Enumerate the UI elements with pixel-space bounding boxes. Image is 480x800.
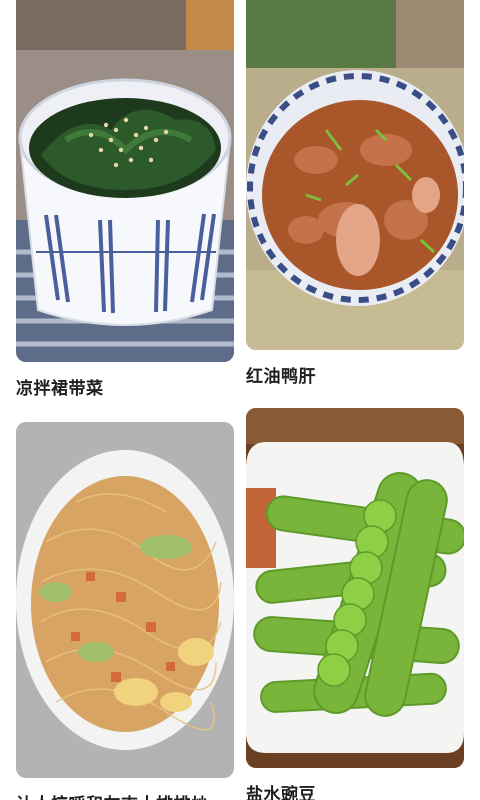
recipe-card-peas[interactable]: 盐水豌豆: [246, 408, 464, 800]
recipe-image-peas[interactable]: [246, 408, 464, 768]
seaweed-salad-photo: [16, 0, 234, 362]
recipe-card-vermicelli[interactable]: 让人惊呼和友吉十排排炒: [16, 422, 234, 800]
recipe-title[interactable]: 红油鸭肝: [246, 362, 464, 387]
recipe-image-duck-liver[interactable]: [246, 0, 464, 350]
recipe-title[interactable]: 盐水豌豆: [246, 780, 464, 800]
recipe-image-vermicelli[interactable]: [16, 422, 234, 778]
recipe-card-seaweed[interactable]: 凉拌裙带菜: [16, 0, 234, 399]
chili-oil-duck-liver-photo: [246, 0, 464, 350]
recipe-card-duck-liver[interactable]: 红油鸭肝: [246, 0, 464, 387]
recipe-title[interactable]: 让人惊呼和友吉十排排炒: [16, 790, 234, 800]
fried-vermicelli-photo: [16, 422, 234, 778]
salted-peas-photo: [246, 408, 464, 768]
recipe-image-seaweed[interactable]: [16, 0, 234, 362]
recipe-title[interactable]: 凉拌裙带菜: [16, 374, 234, 399]
recipe-feed-grid: 凉拌裙带菜 红油鸭肝 盐水豌豆: [0, 0, 480, 800]
